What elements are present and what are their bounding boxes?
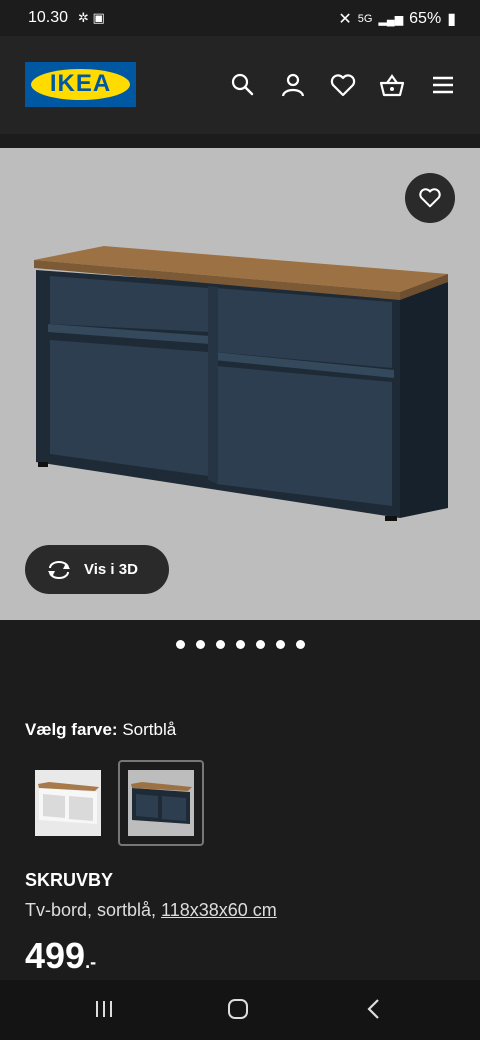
pagination-dot[interactable] bbox=[195, 640, 205, 649]
dark-blue-variant-thumbnail bbox=[128, 770, 194, 836]
home-icon[interactable] bbox=[227, 998, 249, 1020]
status-right: ✕ 5G ▂▄▆ 65% ▮ bbox=[338, 9, 456, 29]
mute-icon: ✕ bbox=[338, 11, 352, 28]
wishlist-heart-icon[interactable] bbox=[330, 72, 356, 98]
pagination-dot[interactable] bbox=[255, 640, 265, 649]
price-suffix: .- bbox=[85, 952, 97, 972]
pagination-dot[interactable] bbox=[275, 640, 285, 649]
profile-icon[interactable] bbox=[280, 72, 306, 98]
menu-icon[interactable] bbox=[430, 72, 456, 98]
back-icon[interactable] bbox=[363, 998, 385, 1020]
product-description: Tv-bord, sortblå, 118x38x60 cm bbox=[25, 900, 277, 921]
pagination-dot[interactable] bbox=[235, 640, 245, 649]
ikea-logo[interactable]: IKEA bbox=[25, 62, 136, 107]
pagination-dot[interactable] bbox=[215, 640, 225, 649]
pagination-dot[interactable] bbox=[295, 640, 305, 649]
price-integer: 499 bbox=[25, 935, 86, 976]
tv-bench-image bbox=[34, 246, 448, 521]
product-name: SKRUVBY bbox=[25, 870, 114, 890]
network-label: 5G bbox=[357, 13, 373, 25]
basket-icon[interactable] bbox=[379, 72, 405, 98]
view-in-3d-label: Vis i 3D bbox=[84, 561, 138, 578]
signal-icon: ▂▄▆ bbox=[378, 13, 404, 26]
colour-value: Sortblå bbox=[122, 720, 177, 739]
white-variant-thumbnail bbox=[35, 770, 101, 836]
view-in-3d-button[interactable]: Vis i 3D bbox=[25, 545, 169, 594]
status-bar: 10.30 ✲ ▣ ✕ 5G ▂▄▆ 65% ▮ bbox=[0, 0, 480, 36]
colour-label: Vælg farve: bbox=[25, 720, 118, 739]
colour-selector-label: Vælg farve: Sortblå bbox=[25, 720, 176, 740]
colour-option-white[interactable] bbox=[25, 760, 111, 846]
notification-icons: ✲ ▣ bbox=[78, 10, 105, 25]
heart-icon bbox=[419, 188, 441, 208]
gallery-pagination bbox=[0, 640, 480, 649]
colour-option-dark-blue-selected[interactable] bbox=[118, 760, 204, 846]
product-type: Tv-bord, sortblå, bbox=[25, 900, 162, 920]
battery-icon: ▮ bbox=[447, 11, 456, 28]
app-header: IKEA bbox=[0, 36, 480, 134]
pagination-dot[interactable] bbox=[175, 640, 185, 649]
rotate-3d-icon bbox=[48, 560, 70, 579]
recent-apps-icon[interactable] bbox=[93, 998, 115, 1020]
battery-label: 65% bbox=[409, 10, 442, 27]
product-dimensions-link[interactable]: 118x38x60 cm bbox=[161, 900, 277, 920]
add-to-favourites-button[interactable] bbox=[405, 173, 455, 223]
system-navigation-bar bbox=[0, 980, 480, 1040]
product-image-gallery[interactable]: Vis i 3D bbox=[0, 148, 480, 620]
logo-text: IKEA bbox=[49, 70, 112, 97]
search-icon[interactable] bbox=[230, 72, 256, 98]
product-price: 499.- bbox=[25, 935, 96, 977]
status-time: 10.30 bbox=[28, 9, 69, 26]
